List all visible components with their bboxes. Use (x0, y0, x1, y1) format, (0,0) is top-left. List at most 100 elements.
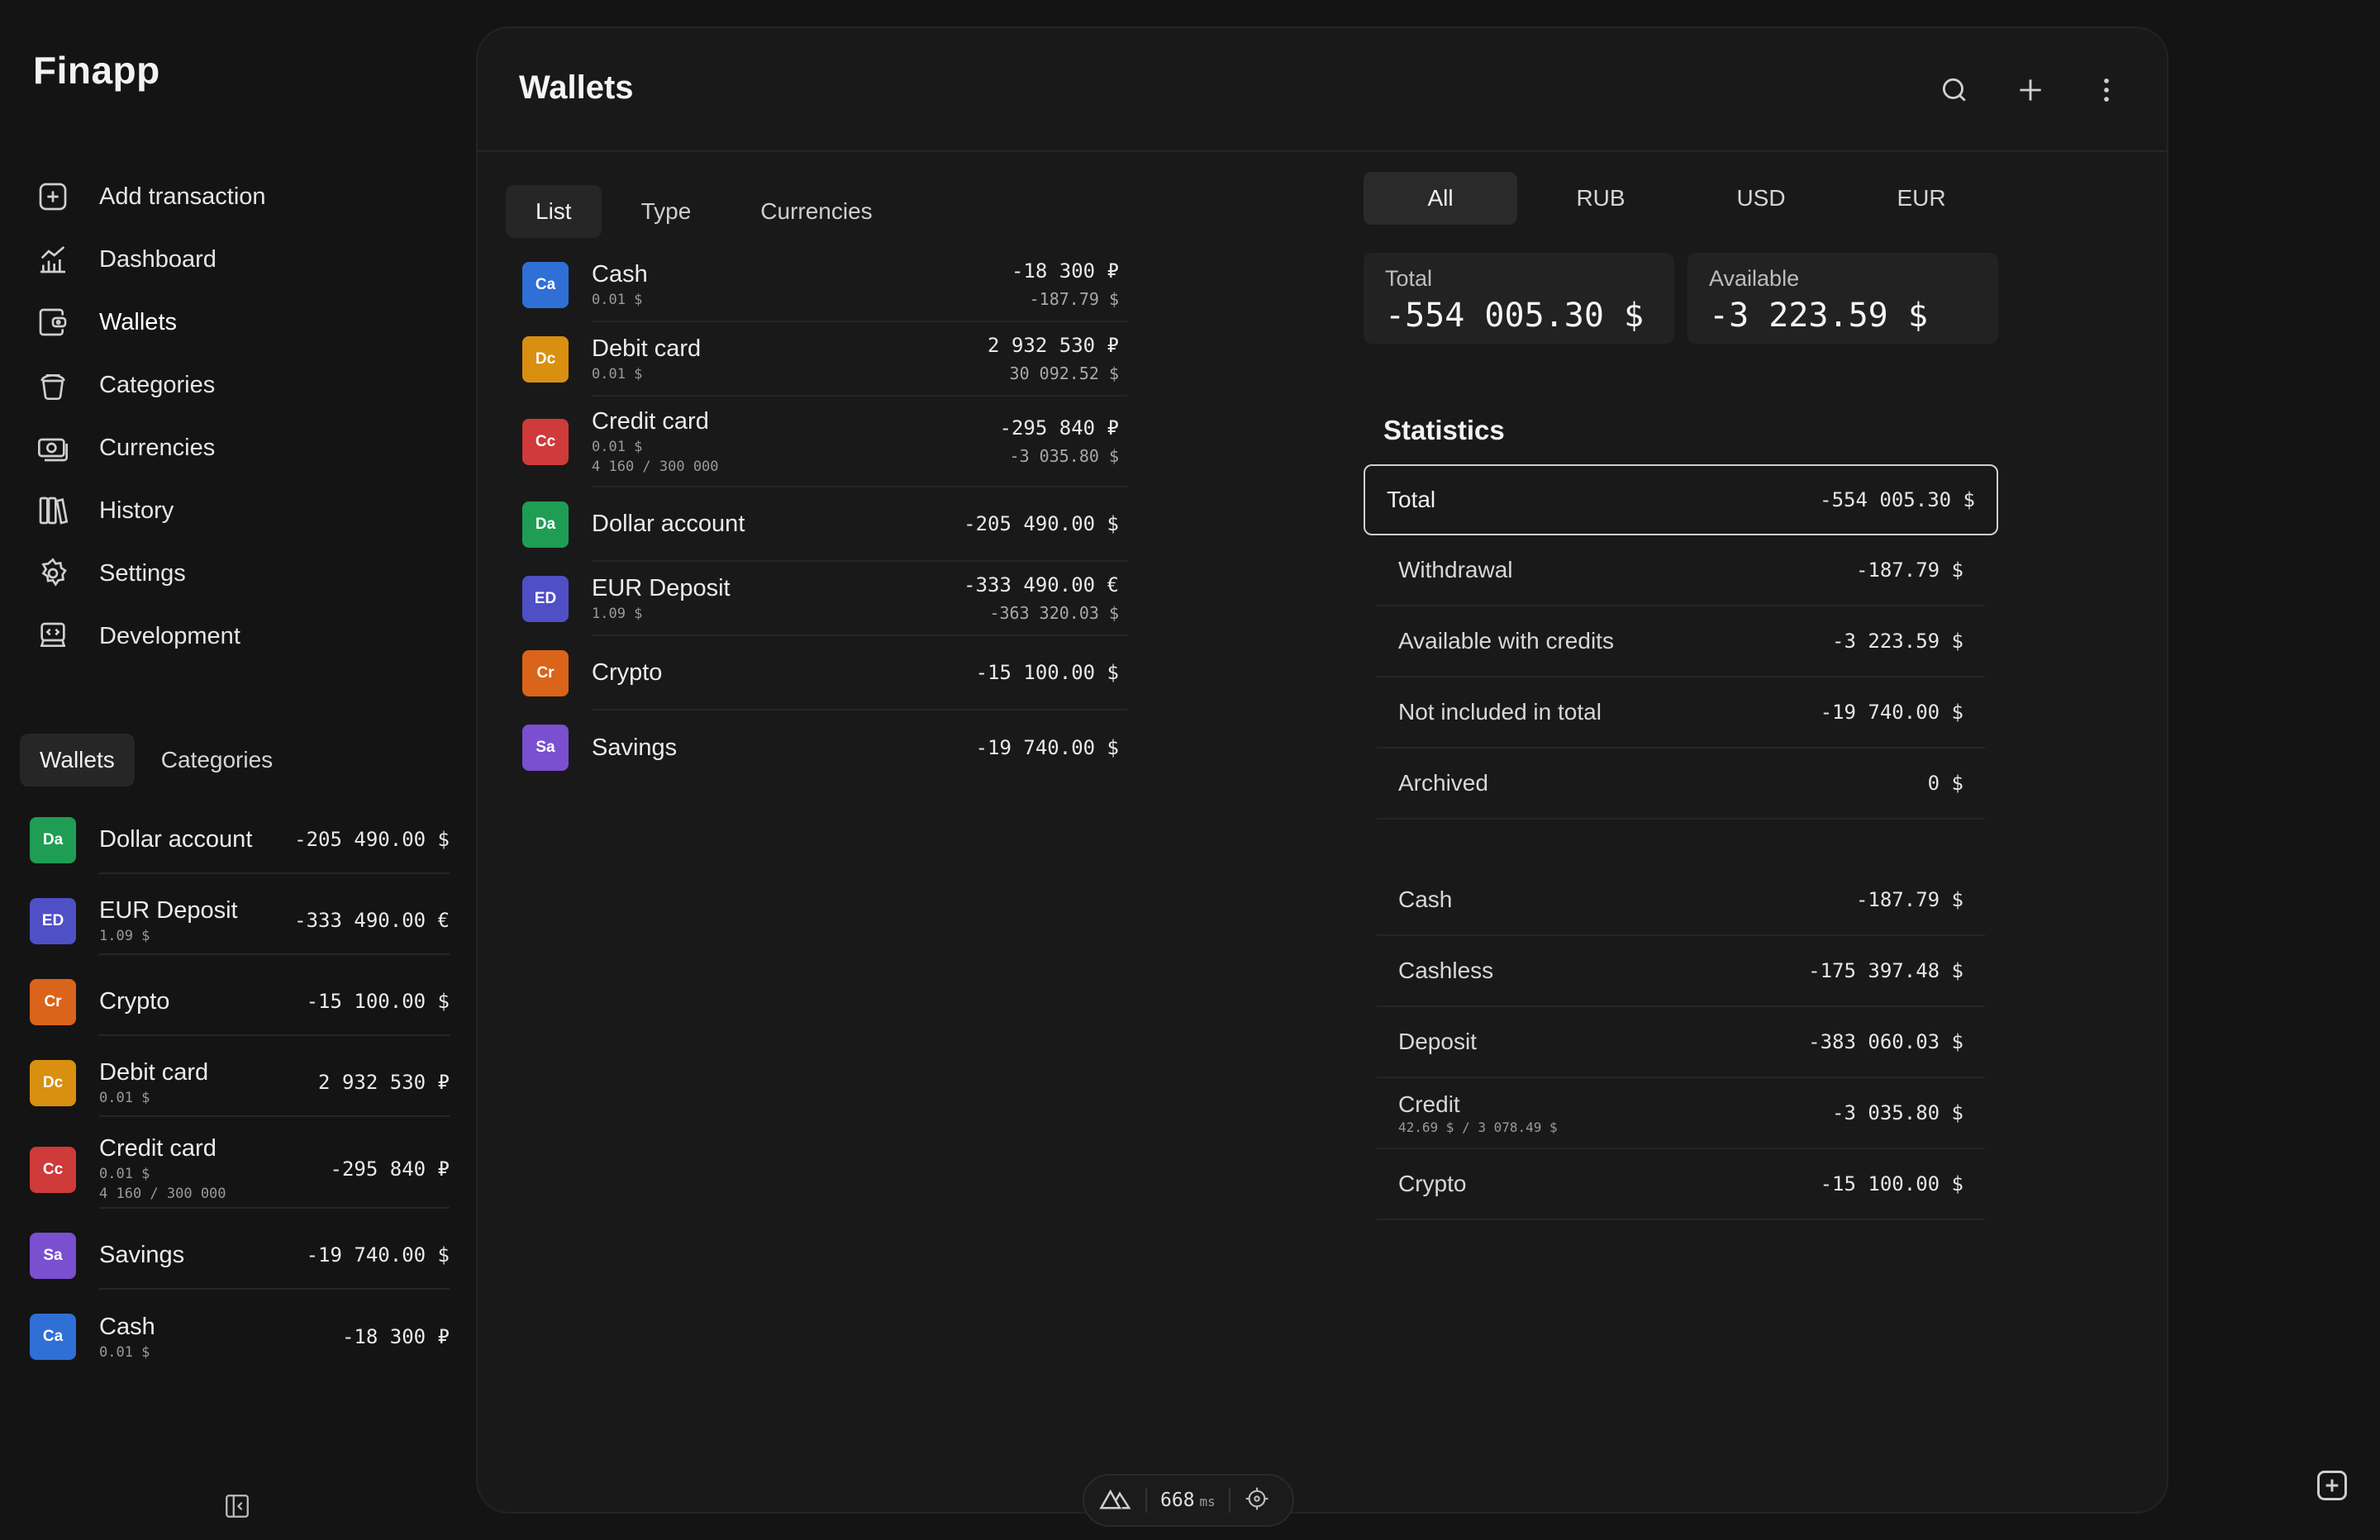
sidebar-wallet-row[interactable]: ED EUR Deposit 1.09 $ -333 490.00 € (30, 881, 450, 962)
quick-add-icon[interactable] (2314, 1467, 2350, 1504)
gear-icon (33, 554, 73, 593)
wallet-amounts: -333 490.00 € -363 320.03 $ (964, 573, 1119, 623)
wallet-amount: -15 100.00 $ (975, 661, 1119, 684)
stat-value: -3 223.59 $ (1832, 630, 1963, 653)
wallet-text: Crypto (592, 659, 662, 687)
sidebar-tab-wallets[interactable]: Wallets (20, 734, 135, 787)
wallet-name: Cash (99, 1313, 155, 1340)
sidebar-wallet-row[interactable]: Cr Crypto -15 100.00 $ (30, 962, 450, 1043)
wallet-name: EUR Deposit (99, 896, 238, 924)
currency-tab-usd[interactable]: USD (1684, 172, 1838, 225)
wallet-text: EUR Deposit 1.09 $ (99, 897, 238, 944)
stat-value: -187.79 $ (1855, 558, 1963, 582)
more-vertical-icon (2104, 78, 2109, 102)
wallet-name: Dollar account (592, 510, 745, 537)
wallet-credit-limit: 4 160 / 300 000 (592, 458, 719, 475)
wallet-amounts: -15 100.00 $ (976, 661, 1119, 684)
nav-item-dashboard[interactable]: Dashboard (33, 228, 446, 291)
wallet-row[interactable]: Cc Credit card 0.01 $ 4 160 / 300 000 -295 8… (522, 397, 1127, 487)
stat-type-row[interactable]: Cash -187.79 $ (1377, 865, 1985, 936)
wallet-credit-limit: 4 160 / 300 000 (99, 1186, 226, 1202)
wallet-avatar: Ca (522, 262, 569, 308)
nav-item-add-transaction[interactable]: Add transaction (33, 165, 446, 228)
inspect-target-icon[interactable] (1244, 1485, 1270, 1516)
wallet-info: Savings -19 740.00 $ (99, 1222, 450, 1290)
stat-row[interactable]: Total -554 005.30 $ (1364, 464, 1998, 535)
sidebar-wallet-row[interactable]: Da Dollar account -205 490.00 $ (30, 800, 450, 881)
wallet-info: Savings -19 740.00 $ (592, 711, 1127, 785)
divider (1228, 1488, 1230, 1513)
wallet-row[interactable]: ED EUR Deposit 1.09 $ -333 490.00 € -363 320… (522, 562, 1127, 636)
nav-label: Currencies (99, 434, 216, 461)
nav-label: Categories (99, 371, 216, 398)
tab-list[interactable]: List (506, 185, 602, 238)
statistics-by-type-list: Cash -187.79 $ Cashless -175 397.48 $ Deposi… (1364, 865, 1998, 1220)
view-tabs: List Type Currencies (506, 185, 902, 238)
wallet-row[interactable]: Ca Cash 0.01 $ -18 300 ₽ -187.79 $ (522, 248, 1127, 322)
wallet-rate: 0.01 $ (592, 291, 643, 308)
wallet-amounts: -205 490.00 $ (964, 512, 1119, 535)
tab-currencies[interactable]: Currencies (731, 185, 902, 238)
nav-item-wallets[interactable]: Wallets (33, 291, 446, 354)
stat-type-row[interactable]: Deposit -383 060.03 $ (1377, 1007, 1985, 1078)
nav-label: Settings (99, 559, 186, 587)
wallet-info: EUR Deposit 1.09 $ -333 490.00 € -363 320.0… (592, 562, 1127, 636)
sidebar-wallet-row[interactable]: Dc Debit card 0.01 $ 2 932 530 ₽ (30, 1043, 450, 1124)
add-wallet-button[interactable] (2011, 71, 2049, 109)
sidebar-wallet-row[interactable]: Cc Credit card 0.01 $ 4 160 / 300 000 -295 8… (30, 1124, 450, 1215)
stat-row[interactable]: Available with credits -3 223.59 $ (1377, 606, 1985, 677)
stat-type-row[interactable]: Crypto -15 100.00 $ (1377, 1149, 1985, 1220)
stat-type-row[interactable]: Cashless -175 397.48 $ (1377, 936, 1985, 1007)
nav-label: Dashboard (99, 245, 217, 273)
currency-tab-eur[interactable]: EUR (1844, 172, 1998, 225)
currency-tab-rub[interactable]: RUB (1524, 172, 1678, 225)
wallet-rate: 0.01 $ (592, 438, 643, 455)
sidebar: Finapp Add transaction Dashboard Wallets (0, 0, 463, 1540)
stat-label: Available with credits (1398, 628, 1614, 654)
nav-item-categories[interactable]: Categories (33, 354, 446, 416)
sidebar-tab-categories[interactable]: Categories (141, 734, 293, 787)
total-label: Total (1385, 266, 1433, 291)
plus-square-icon (33, 177, 73, 216)
collapse-sidebar-icon[interactable] (223, 1492, 251, 1520)
wallet-row[interactable]: Sa Savings -19 740.00 $ (522, 711, 1127, 785)
page-title: Wallets (519, 69, 634, 106)
wallet-info: Debit card 0.01 $ 2 932 530 ₽ 30 092.52 $ (592, 322, 1127, 397)
wallet-row[interactable]: Cr Crypto -15 100.00 $ (522, 636, 1127, 711)
currencies-icon (33, 428, 73, 468)
history-icon (33, 491, 73, 530)
stat-row[interactable]: Archived 0 $ (1377, 749, 1985, 820)
sidebar-wallet-row[interactable]: Ca Cash 0.01 $ -18 300 ₽ (30, 1296, 450, 1377)
wallet-info: Debit card 0.01 $ 2 932 530 ₽ (99, 1049, 450, 1117)
nav-item-currencies[interactable]: Currencies (33, 416, 446, 479)
tab-type[interactable]: Type (612, 185, 721, 238)
search-button[interactable] (1935, 71, 1973, 109)
nav-item-history[interactable]: History (33, 479, 446, 542)
more-options-button[interactable] (2087, 71, 2125, 109)
wallet-amounts: 2 932 530 ₽ 30 092.52 $ (988, 334, 1119, 383)
sidebar-tabs: Wallets Categories (20, 734, 293, 787)
wallet-row[interactable]: Da Dollar account -205 490.00 $ (522, 487, 1127, 562)
wallet-row[interactable]: Dc Debit card 0.01 $ 2 932 530 ₽ 30 092.52 $ (522, 322, 1127, 397)
stat-text: Credit 42.69 $ / 3 078.49 $ (1398, 1091, 1558, 1135)
wallet-avatar: Cc (522, 419, 569, 465)
stat-row[interactable]: Withdrawal -187.79 $ (1377, 535, 1985, 606)
wallet-avatar: Cr (522, 650, 569, 696)
stat-type-row[interactable]: Credit 42.69 $ / 3 078.49 $ -3 035.80 $ (1377, 1078, 1985, 1149)
wallet-amount: -295 840 ₽ (999, 416, 1120, 440)
app-logo: Finapp (33, 49, 160, 92)
stat-value: -15 100.00 $ (1820, 1172, 1963, 1195)
wallet-amount: -18 300 ₽ (1011, 259, 1119, 283)
nav-item-development[interactable]: Development (33, 605, 446, 668)
currency-tab-all[interactable]: All (1364, 172, 1517, 225)
stat-row[interactable]: Not included in total -19 740.00 $ (1377, 677, 1985, 749)
sidebar-wallet-list: Da Dollar account -205 490.00 $ ED EUR Depos… (30, 800, 450, 1377)
stat-label: Crypto (1398, 1171, 1467, 1196)
nav-item-settings[interactable]: Settings (33, 542, 446, 605)
nuxt-logo-icon[interactable] (1099, 1486, 1132, 1515)
nav-label: Add transaction (99, 183, 266, 210)
wallet-name: Debit card (592, 335, 702, 362)
wallet-info: Credit card 0.01 $ 4 160 / 300 000 -295 840… (99, 1130, 450, 1209)
stat-sub: 42.69 $ / 3 078.49 $ (1398, 1119, 1558, 1135)
sidebar-wallet-row[interactable]: Sa Savings -19 740.00 $ (30, 1215, 450, 1296)
